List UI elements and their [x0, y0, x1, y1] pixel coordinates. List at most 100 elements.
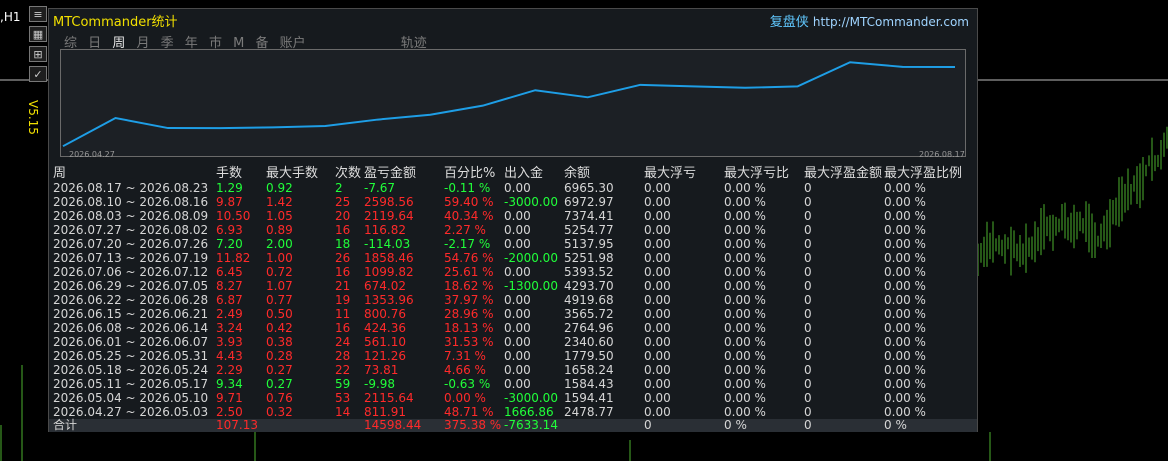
table-cell: 2026.07.13 ~ 2026.07.19	[53, 251, 209, 265]
table-cell: 0.89	[266, 223, 293, 237]
table-cell: 2026.06.08 ~ 2026.06.14	[53, 321, 209, 335]
table-cell: 0.42	[266, 321, 293, 335]
table-cell: 0.00 %	[724, 195, 766, 209]
col-header[interactable]: 最大浮盈金额	[804, 167, 884, 181]
table-cell: 2764.96	[564, 321, 614, 335]
table-cell: 1353.96	[364, 293, 414, 307]
table-cell: 5137.95	[564, 237, 614, 251]
table-cell: 0.00	[644, 363, 671, 377]
table-cell: -3000.00	[504, 195, 558, 209]
table-cell: 0.00	[644, 279, 671, 293]
table-cell: 5254.77	[564, 223, 614, 237]
table-cell: 0.00 %	[884, 195, 926, 209]
table-row: 2026.06.01 ~ 2026.06.07 3.93 0.38 24 561.10 3…	[53, 335, 962, 349]
table-cell: 2026.08.03 ~ 2026.08.09	[53, 209, 209, 223]
table-cell: 2.00	[266, 237, 293, 251]
table-cell: 0.00 %	[724, 237, 766, 251]
table-cell: 0.00 %	[724, 223, 766, 237]
table-row: 2026.07.27 ~ 2026.08.02 6.93 0.89 16 116.82 2…	[53, 223, 962, 237]
col-header[interactable]: 最大手数	[266, 167, 335, 181]
table-cell: 0.00	[504, 223, 531, 237]
table-cell: 28.96 %	[444, 307, 494, 321]
table-cell: 1.29	[216, 181, 243, 195]
table-cell: 3565.72	[564, 307, 614, 321]
col-header[interactable]: 百分比%	[444, 167, 504, 181]
col-header[interactable]: 最大浮亏比	[724, 167, 804, 181]
menu-icon[interactable]: ≡	[29, 6, 47, 22]
equity-curve-chart	[60, 49, 966, 157]
table-cell: 7.31 %	[444, 349, 486, 363]
table-cell: 10.50	[216, 209, 251, 223]
col-header[interactable]: 周	[53, 167, 216, 181]
table-row: 2026.05.25 ~ 2026.05.31 4.43 0.28 28 121.26 7…	[53, 349, 962, 363]
table-cell: 0.00 %	[884, 181, 926, 195]
table-cell: 1.00	[266, 251, 293, 265]
totals-max-float-loss: 0	[644, 418, 652, 432]
table-cell: 2026.06.29 ~ 2026.07.05	[53, 279, 209, 293]
stats-panel: MTCommander统计 复盘侠 http://MTCommander.com…	[48, 8, 978, 432]
table-cell: 0.00 %	[884, 237, 926, 251]
table-cell: 1.07	[266, 279, 293, 293]
table-cell: 0.00 %	[724, 307, 766, 321]
brand-url[interactable]: http://MTCommander.com	[813, 15, 969, 29]
table-cell: 0.00	[644, 377, 671, 391]
table-cell: 24	[335, 335, 351, 349]
table-cell: 4919.68	[564, 293, 614, 307]
table-cell: 0.00 %	[724, 251, 766, 265]
table-cell: 1.05	[266, 209, 293, 223]
table-cell: 18	[335, 237, 351, 251]
table-cell: 16	[335, 321, 351, 335]
table-cell: 0.00 %	[884, 307, 926, 321]
table-cell: 0	[804, 251, 812, 265]
table-row: 2026.07.13 ~ 2026.07.19 11.82 1.00 26 1858.4…	[53, 251, 962, 265]
table-cell: 0.27	[266, 363, 293, 377]
table-cell: 0	[804, 209, 812, 223]
table-cell: 1584.43	[564, 377, 614, 391]
table-cell: -0.11 %	[444, 181, 491, 195]
table-cell: -9.98	[364, 377, 396, 391]
table-cell: -0.63 %	[444, 377, 491, 391]
table-cell: 0.00	[644, 265, 671, 279]
col-header[interactable]: 最大浮亏	[644, 167, 724, 181]
table-cell: 6972.97	[564, 195, 614, 209]
table-cell: 0.00	[504, 363, 531, 377]
chart-icon[interactable]: ▦	[29, 26, 47, 42]
table-cell: 0	[804, 279, 812, 293]
equity-start-date: 2026.04.27	[69, 150, 115, 159]
grid-icon[interactable]: ⊞	[29, 46, 47, 62]
table-cell: 21	[335, 279, 351, 293]
col-header[interactable]: 手数	[216, 167, 266, 181]
table-cell: 2026.06.22 ~ 2026.06.28	[53, 293, 209, 307]
table-cell: 0.00 %	[884, 321, 926, 335]
table-cell: 0.00 %	[724, 391, 766, 405]
table-cell: 2026.05.04 ~ 2026.05.10	[53, 391, 209, 405]
table-cell: 0.00	[504, 321, 531, 335]
table-cell: 48.71 %	[444, 405, 494, 419]
table-cell: 2340.60	[564, 335, 614, 349]
table-cell: 0	[804, 265, 812, 279]
check-icon[interactable]: ✓	[29, 66, 47, 82]
table-cell: 3.93	[216, 335, 243, 349]
col-header[interactable]: 出入金	[504, 167, 564, 181]
table-cell: 0.00	[644, 391, 671, 405]
table-cell: 121.26	[364, 349, 406, 363]
table-cell: 4293.70	[564, 279, 614, 293]
col-header[interactable]: 余额	[564, 167, 644, 181]
table-cell: 0.00	[504, 349, 531, 363]
table-cell: 0	[804, 307, 812, 321]
col-header[interactable]: 盈亏金额	[364, 167, 444, 181]
table-cell: 0.00	[644, 251, 671, 265]
totals-max-float-profit-pct: 0 %	[884, 418, 907, 432]
table-cell: 6.87	[216, 293, 243, 307]
table-cell: 0.00	[644, 181, 671, 195]
table-cell: 0.00	[504, 237, 531, 251]
table-cell: 0.50	[266, 307, 293, 321]
table-cell: 8.27	[216, 279, 243, 293]
table-cell: 2026.08.17 ~ 2026.08.23	[53, 181, 209, 195]
col-header[interactable]: 最大浮盈比例	[884, 167, 962, 181]
table-cell: 0.00 %	[884, 209, 926, 223]
table-row: 2026.06.15 ~ 2026.06.21 2.49 0.50 11 800.76 2…	[53, 307, 962, 321]
table-cell: 0.00	[644, 307, 671, 321]
col-header[interactable]: 次数	[335, 167, 364, 181]
table-cell: 2026.07.20 ~ 2026.07.26	[53, 237, 209, 251]
